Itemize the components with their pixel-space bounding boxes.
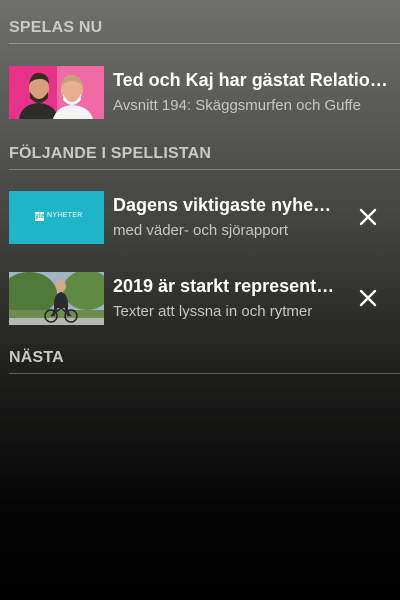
now-playing-subtitle: Avsnitt 194: Skäggsmurfen och Guffe — [113, 97, 361, 114]
next-header: NÄSTA — [9, 349, 64, 366]
next-divider — [9, 373, 400, 374]
now-playing-thumbnail — [9, 66, 104, 119]
close-icon — [359, 208, 377, 226]
queue-header: FÖLJANDE I SPELLISTAN — [9, 145, 212, 162]
thumbnail-label: NYHETER — [47, 212, 83, 219]
remove-from-queue-button[interactable] — [356, 286, 380, 310]
queue-item-thumbnail — [9, 272, 104, 325]
now-playing-divider — [9, 43, 400, 44]
close-icon — [359, 289, 377, 307]
queue-item-subtitle: Texter att lyssna in och rytmer — [113, 303, 313, 320]
queue-item[interactable]: yle NYHETER Dagens viktigaste nyheter me… — [0, 191, 400, 251]
now-playing-header: SPELAS NU — [9, 19, 103, 36]
now-playing-title: Ted och Kaj har gästat Relationspodden — [113, 70, 390, 90]
queue-item[interactable]: 2019 är starkt representerat Texter att … — [0, 272, 400, 332]
yle-logo: yle — [35, 213, 45, 220]
queue-item-subtitle: med väder- och sjörapport — [113, 222, 289, 239]
queue-item-thumbnail: yle NYHETER — [9, 191, 104, 244]
now-playing-item[interactable]: Ted och Kaj har gästat Relationspodden A… — [0, 66, 400, 126]
queue-item-title: Dagens viktigaste nyheter — [113, 195, 335, 215]
remove-from-queue-button[interactable] — [356, 205, 380, 229]
queue-divider — [9, 169, 400, 170]
queue-item-title: 2019 är starkt representerat — [113, 276, 339, 296]
